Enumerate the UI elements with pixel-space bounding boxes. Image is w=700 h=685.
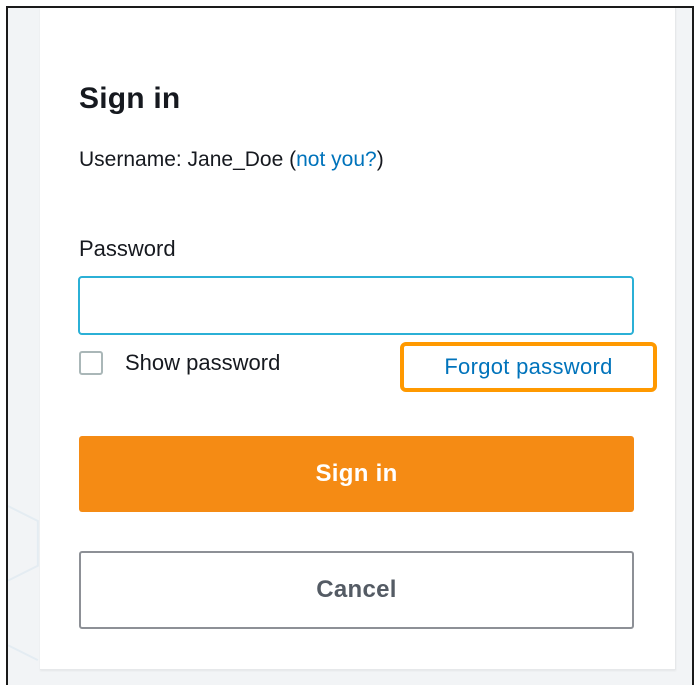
close-paren: ) <box>376 148 384 171</box>
username-value: Jane_Doe <box>187 148 284 171</box>
username-line: Username: Jane_Doe (not you?) <box>79 148 384 172</box>
password-input[interactable] <box>78 276 634 335</box>
show-password-label: Show password <box>125 350 281 375</box>
forgot-password-link[interactable]: Forgot password <box>444 354 612 380</box>
username-prefix: Username: <box>79 148 188 171</box>
forgot-password-highlight[interactable]: Forgot password <box>400 342 657 392</box>
open-paren: ( <box>283 148 297 171</box>
page-title: Sign in <box>79 82 181 115</box>
password-label: Password <box>79 236 176 261</box>
show-password-checkbox[interactable] <box>79 351 103 375</box>
signin-button[interactable]: Sign in <box>79 436 634 512</box>
cancel-button[interactable]: Cancel <box>79 551 634 629</box>
show-password-toggle[interactable]: Show password <box>79 350 280 376</box>
not-you-link[interactable]: not you? <box>296 148 377 171</box>
